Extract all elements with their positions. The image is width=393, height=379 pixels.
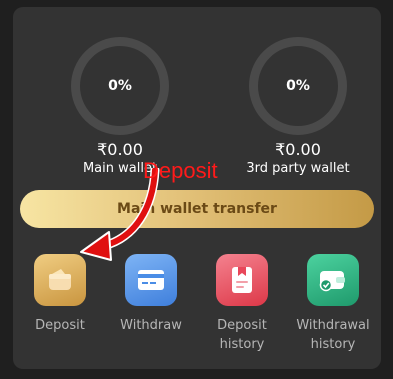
deposit-history-label: Deposit history [217, 318, 267, 352]
main-wallet-percent: 0% [108, 78, 132, 94]
deposit-annotation-text: Deposit [143, 158, 218, 183]
third-party-wallet: 0% ₹0.00 3rd party wallet [238, 37, 358, 176]
withdraw-action[interactable]: Withdraw [105, 254, 197, 335]
third-party-wallet-label: 3rd party wallet [246, 161, 350, 176]
main-wallet-amount: ₹0.00 [97, 140, 143, 159]
main-wallet-progress-ring: 0% [71, 37, 169, 135]
deposit-action[interactable]: Deposit [14, 254, 106, 335]
withdrawal-history-label: Withdrawal history [296, 318, 370, 352]
main-wallet: 0% ₹0.00 Main wallet [60, 37, 180, 176]
deposit-label: Deposit [35, 318, 85, 333]
deposit-history-icon [216, 254, 268, 306]
deposit-history-action[interactable]: Deposit history [196, 254, 288, 354]
third-party-wallet-progress-ring: 0% [249, 37, 347, 135]
wallet-card: 0% ₹0.00 Main wallet 0% ₹0.00 3rd party … [13, 7, 381, 369]
main-wallet-transfer-button[interactable]: Main wallet transfer [20, 190, 374, 228]
withdrawal-history-icon [307, 254, 359, 306]
withdraw-label: Withdraw [120, 318, 182, 333]
withdrawal-history-action[interactable]: Withdrawal history [287, 254, 379, 354]
third-party-wallet-percent: 0% [286, 78, 310, 94]
third-party-wallet-amount: ₹0.00 [275, 140, 321, 159]
